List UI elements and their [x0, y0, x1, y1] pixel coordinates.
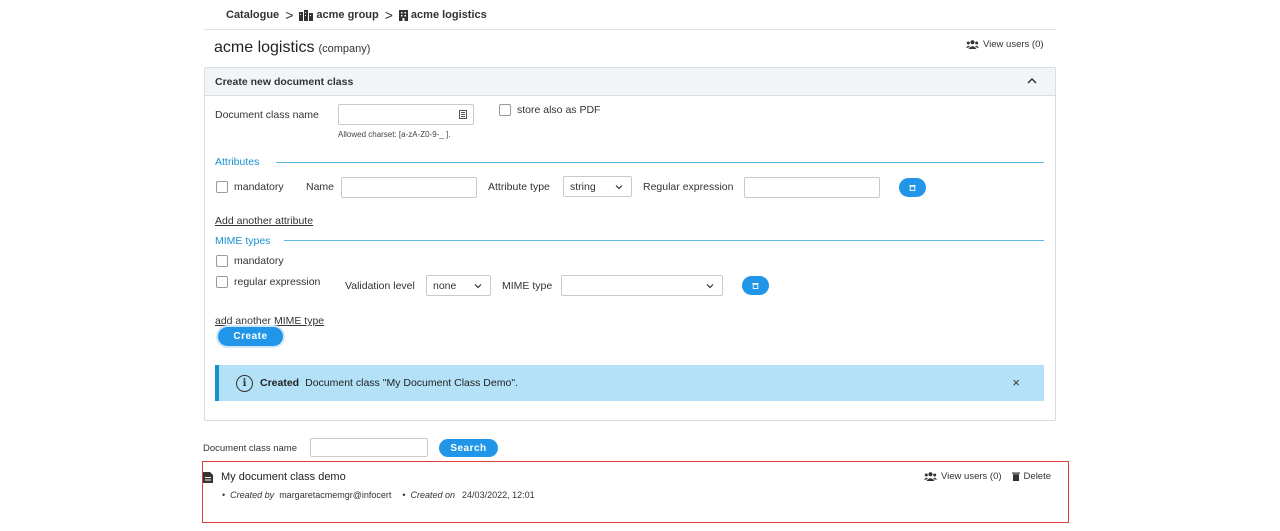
breadcrumb-catalogue[interactable]: Catalogue — [226, 9, 279, 21]
search-button[interactable]: Search — [439, 439, 498, 457]
attribute-name-input[interactable] — [341, 177, 477, 198]
created-by-label: Created by — [230, 490, 275, 500]
attributes-section-title: Attributes — [215, 156, 260, 168]
mime-mandatory-label: mandatory — [234, 255, 284, 267]
attribute-type-select[interactable]: string — [563, 176, 632, 197]
result-document-class-name[interactable]: My document class demo — [221, 471, 346, 483]
panel-title: Create new document class — [215, 76, 354, 88]
attributes-divider — [276, 162, 1044, 163]
chevron-up-icon[interactable] — [1027, 76, 1037, 86]
mime-divider — [284, 240, 1044, 241]
delete-mime-button[interactable] — [742, 276, 769, 295]
keyboard-icon — [459, 110, 467, 119]
alert-strong: Created — [260, 377, 300, 389]
created-by-value: margaretacmemgr@infocert — [279, 490, 392, 500]
attribute-mandatory-label: mandatory — [234, 181, 284, 193]
mime-type-label: MIME type — [502, 280, 553, 292]
delete-attribute-button[interactable] — [899, 178, 926, 197]
buildings-icon — [299, 9, 314, 21]
bullet: • — [402, 490, 406, 500]
add-another-attribute-link[interactable]: Add another attribute — [215, 215, 313, 227]
result-actions: View users (0) Delete — [924, 471, 1051, 482]
trash-icon — [752, 283, 759, 289]
search-label: Document class name — [203, 443, 297, 454]
page-subtype: (company) — [318, 43, 371, 55]
mime-regex-checkbox[interactable] — [216, 276, 228, 288]
mime-regex-label: regular expression — [234, 276, 321, 288]
regex-input[interactable] — [744, 177, 880, 198]
created-on-value: 24/03/2022, 12:01 — [462, 490, 535, 500]
search-input[interactable] — [310, 438, 428, 457]
doc-class-name-input[interactable] — [338, 104, 474, 125]
attribute-name-label: Name — [306, 181, 335, 193]
attribute-type-label: Attribute type — [488, 181, 550, 193]
store-pdf-label: store also as PDF — [517, 104, 601, 116]
created-on-label: Created on — [410, 490, 456, 500]
doc-class-name-label: Document class name — [215, 109, 319, 121]
breadcrumb-acme-logistics[interactable]: acme logistics — [398, 9, 487, 21]
chevron-down-icon — [615, 185, 623, 190]
add-another-mime-link[interactable]: add another MIME type — [215, 315, 324, 327]
chevron-down-icon — [474, 284, 482, 289]
trash-icon — [909, 185, 916, 191]
page-title: acme logistics (company) — [214, 39, 371, 56]
success-alert: i Created Document class "My Document Cl… — [215, 365, 1044, 401]
breadcrumb-separator: > — [384, 7, 393, 23]
result-delete-button[interactable]: Delete — [1011, 471, 1051, 482]
create-button[interactable]: Create — [218, 327, 283, 346]
users-icon — [966, 40, 979, 49]
mime-section-title: MIME types — [215, 235, 271, 247]
close-icon[interactable]: × — [1012, 375, 1020, 390]
trash-icon — [1011, 472, 1020, 481]
bullet: • — [222, 490, 226, 500]
mime-type-select[interactable] — [561, 275, 723, 296]
validation-level-select[interactable]: none — [426, 275, 491, 296]
breadcrumb: Catalogue > acme group > acme logistics — [226, 8, 487, 22]
breadcrumb-separator: > — [285, 7, 294, 23]
allowed-charset-hint: Allowed charset: [a-zA-Z0-9-_ ]. — [338, 130, 451, 139]
alert-message: Document class "My Document Class Demo". — [305, 377, 518, 389]
breadcrumb-divider — [204, 29, 1056, 30]
panel-header[interactable]: Create new document class — [205, 68, 1055, 96]
users-icon — [924, 472, 937, 481]
breadcrumb-acme-group[interactable]: acme group — [299, 9, 379, 21]
result-view-users-button[interactable]: View users (0) — [924, 471, 1002, 482]
view-users-button[interactable]: View users (0) — [966, 39, 1044, 50]
result-metadata: • Created by margaretacmemgr@infocert • … — [222, 490, 535, 500]
building-icon — [398, 9, 408, 21]
info-icon: i — [236, 374, 253, 392]
attribute-mandatory-checkbox[interactable] — [216, 181, 228, 193]
chevron-down-icon — [706, 284, 714, 289]
regex-label: Regular expression — [643, 181, 734, 193]
validation-level-label: Validation level — [345, 280, 415, 292]
document-icon — [203, 472, 213, 483]
store-pdf-checkbox[interactable] — [499, 104, 511, 116]
mime-mandatory-checkbox[interactable] — [216, 255, 228, 267]
